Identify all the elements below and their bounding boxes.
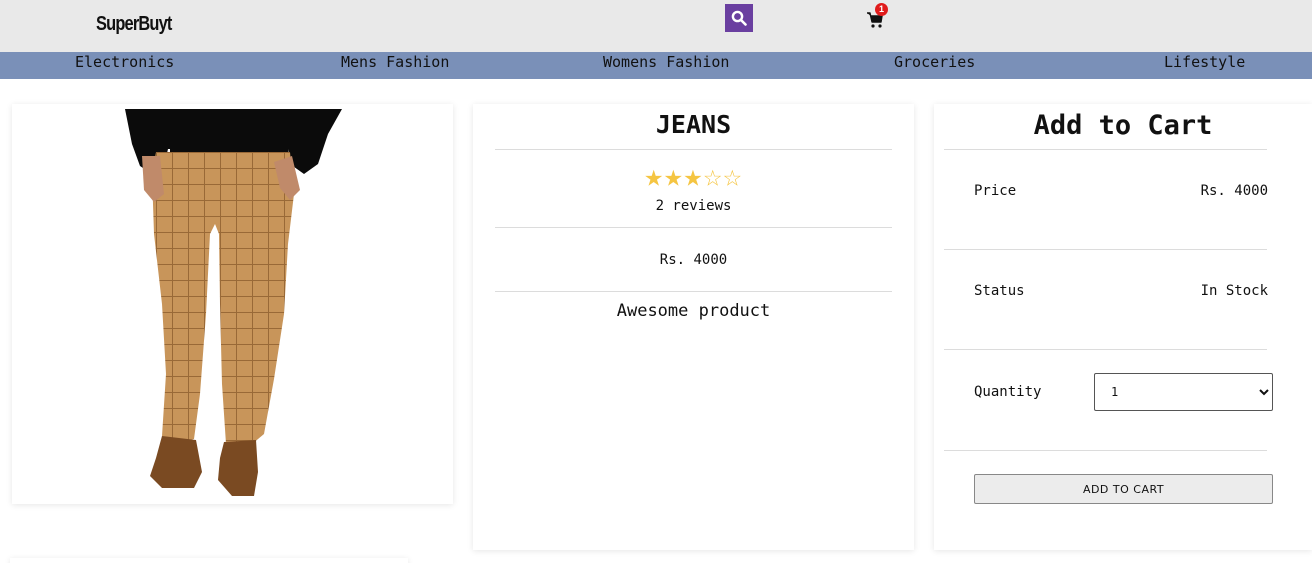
- price-label: Price: [974, 183, 1017, 199]
- product-title: JEANS: [655, 110, 732, 139]
- status-label: Status: [974, 283, 1025, 299]
- product-info-card: JEANS ★★★☆☆ 2 reviews Rs. 4000 Awesome p…: [473, 104, 914, 550]
- product-price: Rs. 4000: [659, 252, 728, 268]
- status-value: In Stock: [1200, 283, 1268, 299]
- site-logo[interactable]: SuperBuyt: [96, 13, 172, 36]
- price-value: Rs. 4000: [1200, 183, 1268, 199]
- nav-item-lifestyle[interactable]: Lifestyle: [1164, 52, 1245, 79]
- star-filled-icon: ★: [663, 158, 684, 194]
- search-icon: [731, 10, 747, 26]
- divider: [944, 249, 1267, 250]
- search-button[interactable]: [725, 4, 753, 32]
- review-count[interactable]: 2 reviews: [473, 198, 914, 214]
- quantity-select[interactable]: 1: [1094, 373, 1273, 411]
- category-nav: Electronics Mens Fashion Womens Fashion …: [0, 52, 1312, 79]
- divider: [944, 450, 1267, 451]
- divider: [944, 349, 1267, 350]
- quantity-label: Quantity: [974, 384, 1042, 400]
- product-image-card: [12, 104, 453, 504]
- divider: [495, 291, 892, 292]
- add-to-cart-button[interactable]: ADD TO CART: [974, 474, 1273, 504]
- star-empty-icon: ☆: [703, 158, 723, 194]
- add-to-cart-card: Add to Cart Price Rs. 4000 Status In Sto…: [934, 104, 1312, 550]
- reviews-card: [10, 558, 408, 563]
- star-filled-icon: ★: [683, 158, 704, 194]
- divider: [495, 227, 892, 228]
- star-empty-icon: ☆: [723, 158, 743, 194]
- cart-count-badge: 1: [875, 3, 888, 16]
- site-header: SuperBuyt 1: [0, 0, 1312, 52]
- nav-item-electronics[interactable]: Electronics: [75, 52, 174, 79]
- nav-item-groceries[interactable]: Groceries: [894, 52, 975, 79]
- product-image: [125, 109, 342, 496]
- star-filled-icon: ★: [644, 158, 664, 194]
- product-description: Awesome product: [616, 301, 771, 321]
- cart-card-title: Add to Cart: [1033, 110, 1213, 141]
- cart-button[interactable]: 1: [866, 3, 890, 30]
- nav-item-mens-fashion[interactable]: Mens Fashion: [341, 52, 449, 79]
- divider: [944, 149, 1267, 150]
- rating-stars: ★★★☆☆: [473, 160, 914, 192]
- nav-item-womens-fashion[interactable]: Womens Fashion: [603, 52, 729, 79]
- divider: [495, 149, 892, 150]
